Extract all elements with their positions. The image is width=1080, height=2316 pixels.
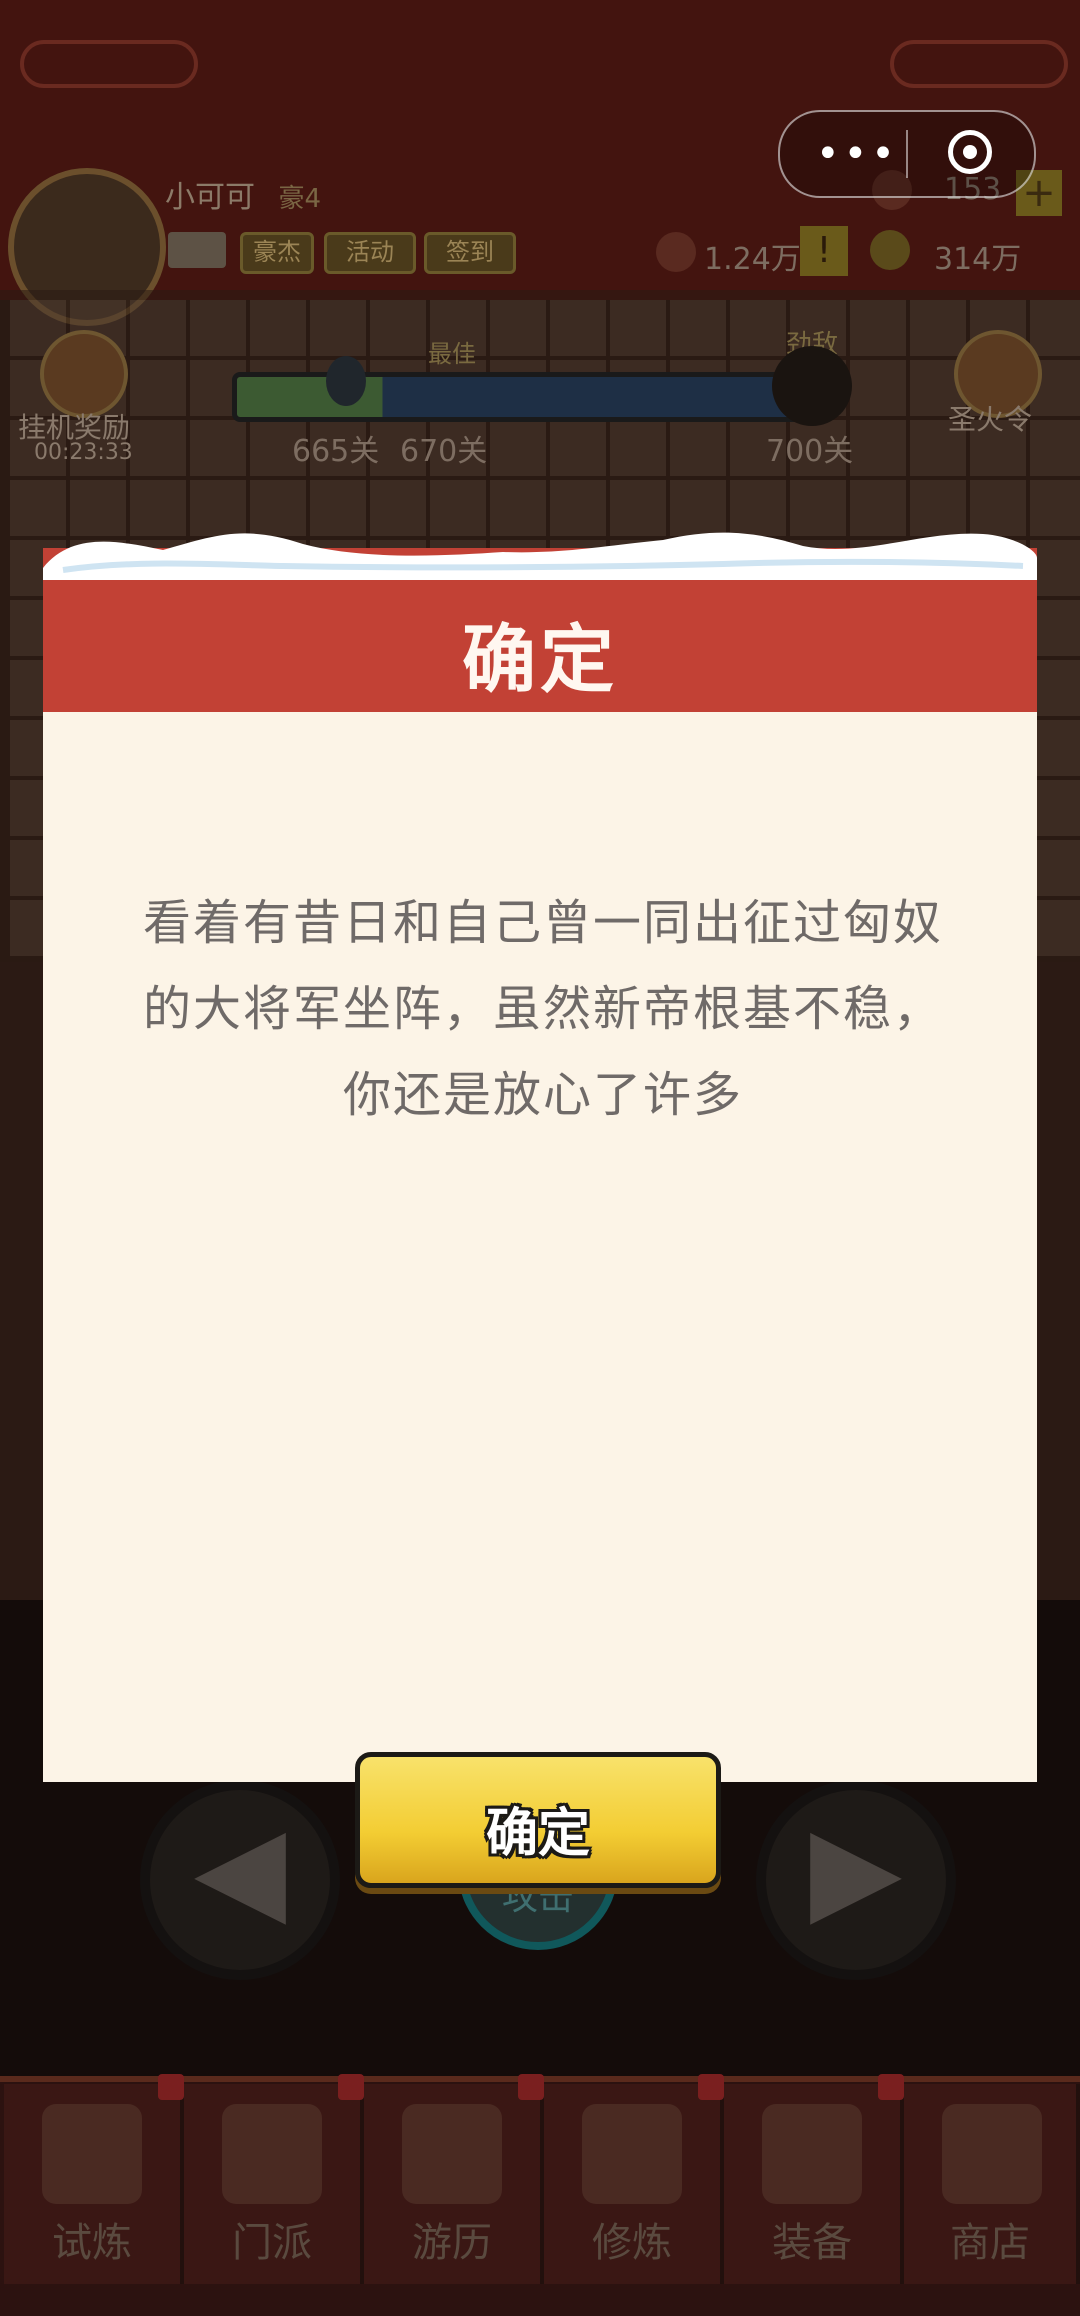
confirm-button-label: 确定	[485, 1804, 590, 1864]
confirm-button[interactable]: 确定	[355, 1752, 721, 1888]
dialog-message: 看着有昔日和自己曾一同出征过匈奴的大将军坐阵，虽然新帝根基不稳，你还是放心了许多	[143, 895, 944, 1123]
snow-decoration	[43, 532, 1037, 580]
dialog-body: 看着有昔日和自己曾一同出征过匈奴的大将军坐阵，虽然新帝根基不稳，你还是放心了许多…	[43, 712, 1037, 1888]
confirm-dialog: 确定 看着有昔日和自己曾一同出征过匈奴的大将军坐阵，虽然新帝根基不稳，你还是放心…	[43, 520, 1037, 1888]
dialog-title: 确定	[462, 617, 618, 703]
